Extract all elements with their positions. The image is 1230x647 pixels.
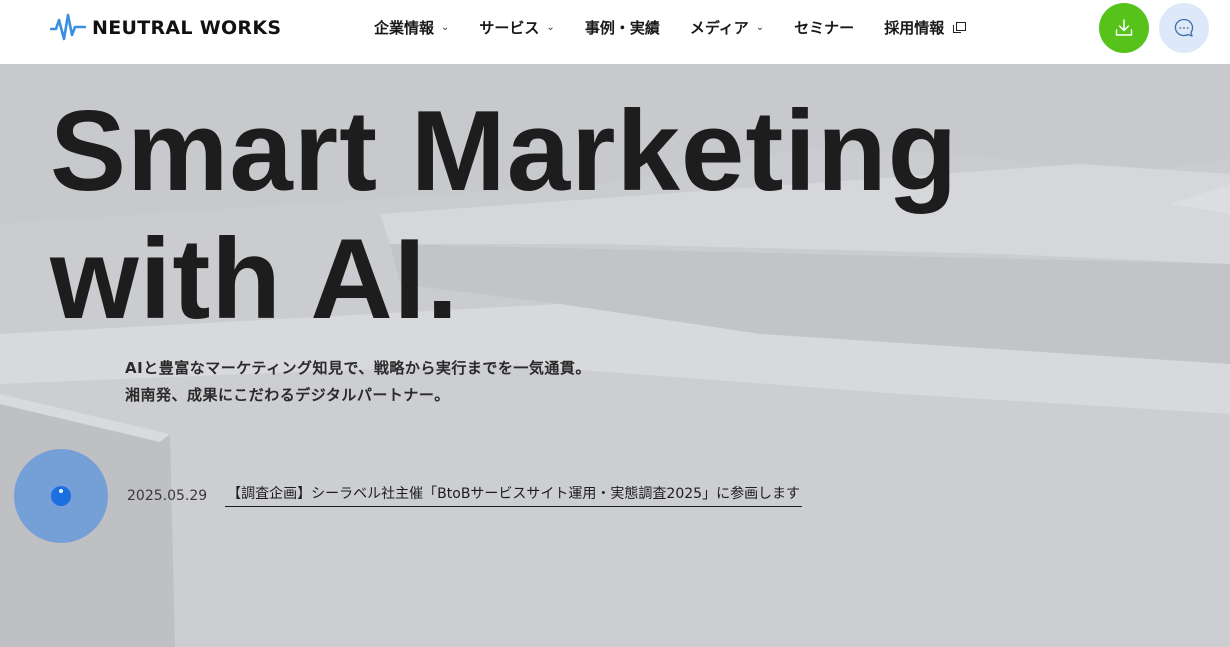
nav-item-company[interactable]: 企業情報 ⌄ <box>374 17 449 38</box>
chevron-down-icon: ⌄ <box>755 21 765 33</box>
nav-label-service: サービス <box>479 18 540 37</box>
nav-item-media[interactable]: メディア ⌄ <box>690 17 764 38</box>
nav-label-company: 企業情報 <box>374 18 435 37</box>
site-logo[interactable]: NEUTRAL WORKS <box>50 12 281 44</box>
nav-item-recruit[interactable]: 採用情報 <box>884 17 967 38</box>
external-link-icon <box>953 21 967 33</box>
hero-headline: Smart Marketing with AI. <box>50 88 958 344</box>
headline-line-1: Smart Marketing <box>50 88 959 215</box>
headline-line-2: with AI. <box>50 216 460 343</box>
brand-name: NEUTRAL WORKS <box>92 17 282 39</box>
hero-tagline: AIと豊富なマーケティング知見で、戦略から実行までを一気通貫。 湘南発、成果にこ… <box>125 355 591 409</box>
download-button[interactable] <box>1099 3 1149 53</box>
nav-item-cases[interactable]: 事例・実績 <box>585 17 660 38</box>
floating-assistant-widget[interactable] <box>14 449 108 543</box>
news-link[interactable]: 【調査企画】シーラベル社主催「BtoBサービスサイト運用・実態調査2025」に参… <box>225 483 803 507</box>
chevron-down-icon: ⌄ <box>546 21 555 33</box>
nav-item-seminar[interactable]: セミナー <box>794 17 854 38</box>
nav-label-media: メディア <box>689 18 749 37</box>
hero-section: Smart Marketing with AI. AIと豊富なマーケティング知見… <box>0 64 1230 647</box>
main-nav: 企業情報 ⌄ サービス ⌄ 事例・実績 メディア ⌄ セミナー 採用情報 <box>374 0 994 54</box>
download-icon <box>1115 19 1133 36</box>
chat-button[interactable] <box>1159 3 1209 53</box>
news-ticker: 2025.05.29 【調査企画】シーラベル社主催「BtoBサービスサイト運用・… <box>127 483 803 507</box>
tagline-line-1: AIと豊富なマーケティング知見で、戦略から実行までを一気通貫。 <box>125 359 591 377</box>
nav-label-seminar: セミナー <box>794 18 855 37</box>
assistant-eye-icon <box>51 486 71 506</box>
nav-label-cases: 事例・実績 <box>584 18 660 37</box>
site-header: NEUTRAL WORKS 企業情報 ⌄ サービス ⌄ 事例・実績 メディア ⌄… <box>0 0 1230 64</box>
chevron-down-icon: ⌄ <box>441 21 450 33</box>
chat-bubble-icon <box>1174 18 1194 37</box>
nav-label-recruit: 採用情報 <box>884 18 945 37</box>
nav-item-service[interactable]: サービス ⌄ <box>479 17 554 38</box>
waveform-logo-icon <box>50 13 86 41</box>
tagline-line-2: 湘南発、成果にこだわるデジタルパートナー。 <box>125 386 450 404</box>
news-date: 2025.05.29 <box>127 488 208 504</box>
